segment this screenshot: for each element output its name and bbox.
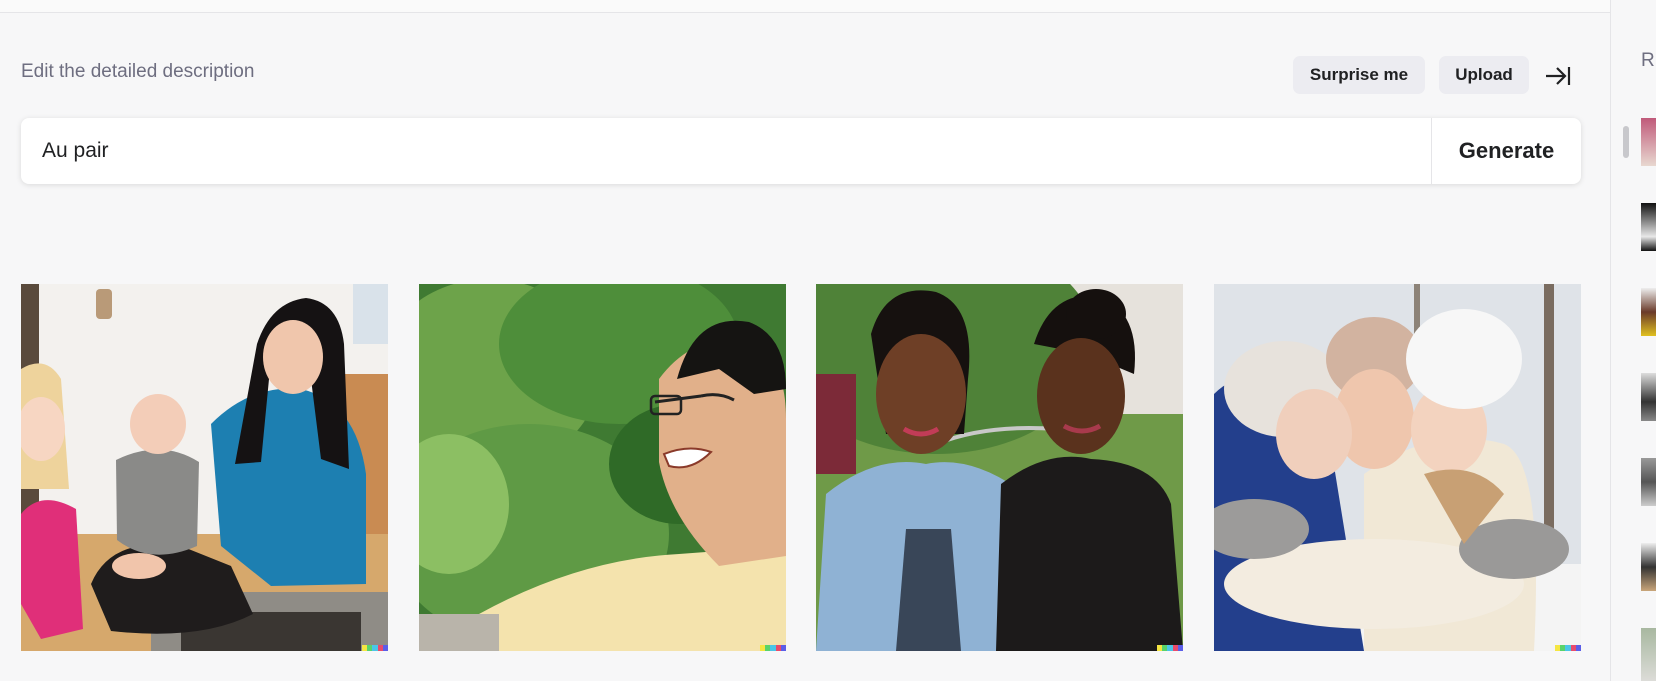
collapse-history-button[interactable] [1543, 62, 1573, 90]
editor-heading: Edit the detailed description [21, 61, 255, 82]
history-thumbnail[interactable] [1641, 118, 1656, 166]
watermark [1555, 645, 1581, 651]
surprise-me-button[interactable]: Surprise me [1293, 56, 1425, 94]
result-image-3-picture [816, 284, 1183, 651]
result-image-4[interactable] [1214, 284, 1581, 651]
result-image-2-picture [419, 284, 786, 651]
result-image-2[interactable] [419, 284, 786, 651]
top-divider [0, 0, 1610, 13]
upload-button[interactable]: Upload [1439, 56, 1529, 94]
history-thumbnail[interactable] [1641, 288, 1656, 336]
sidebar-title: R [1641, 50, 1655, 71]
watermark [362, 645, 388, 651]
generate-button[interactable]: Generate [1431, 118, 1581, 184]
result-image-1[interactable] [21, 284, 388, 651]
history-thumbnail[interactable] [1641, 373, 1656, 421]
watermark [760, 645, 786, 651]
sidebar-scrollbar[interactable] [1623, 126, 1629, 158]
result-image-3[interactable] [816, 284, 1183, 651]
result-image-1-picture [21, 284, 388, 651]
history-thumbnail[interactable] [1641, 203, 1656, 251]
prompt-input[interactable] [21, 118, 1431, 184]
history-thumbnail[interactable] [1641, 543, 1656, 591]
history-sidebar: R [1610, 0, 1656, 681]
watermark [1157, 645, 1183, 651]
arrow-right-to-bar-icon [1546, 67, 1571, 85]
result-image-4-picture [1214, 284, 1581, 651]
editor-panel: Edit the detailed description Surprise m… [0, 13, 1610, 681]
history-thumbnail[interactable] [1641, 458, 1656, 506]
history-thumbnail[interactable] [1641, 628, 1656, 681]
prompt-bar: Generate [21, 118, 1581, 184]
